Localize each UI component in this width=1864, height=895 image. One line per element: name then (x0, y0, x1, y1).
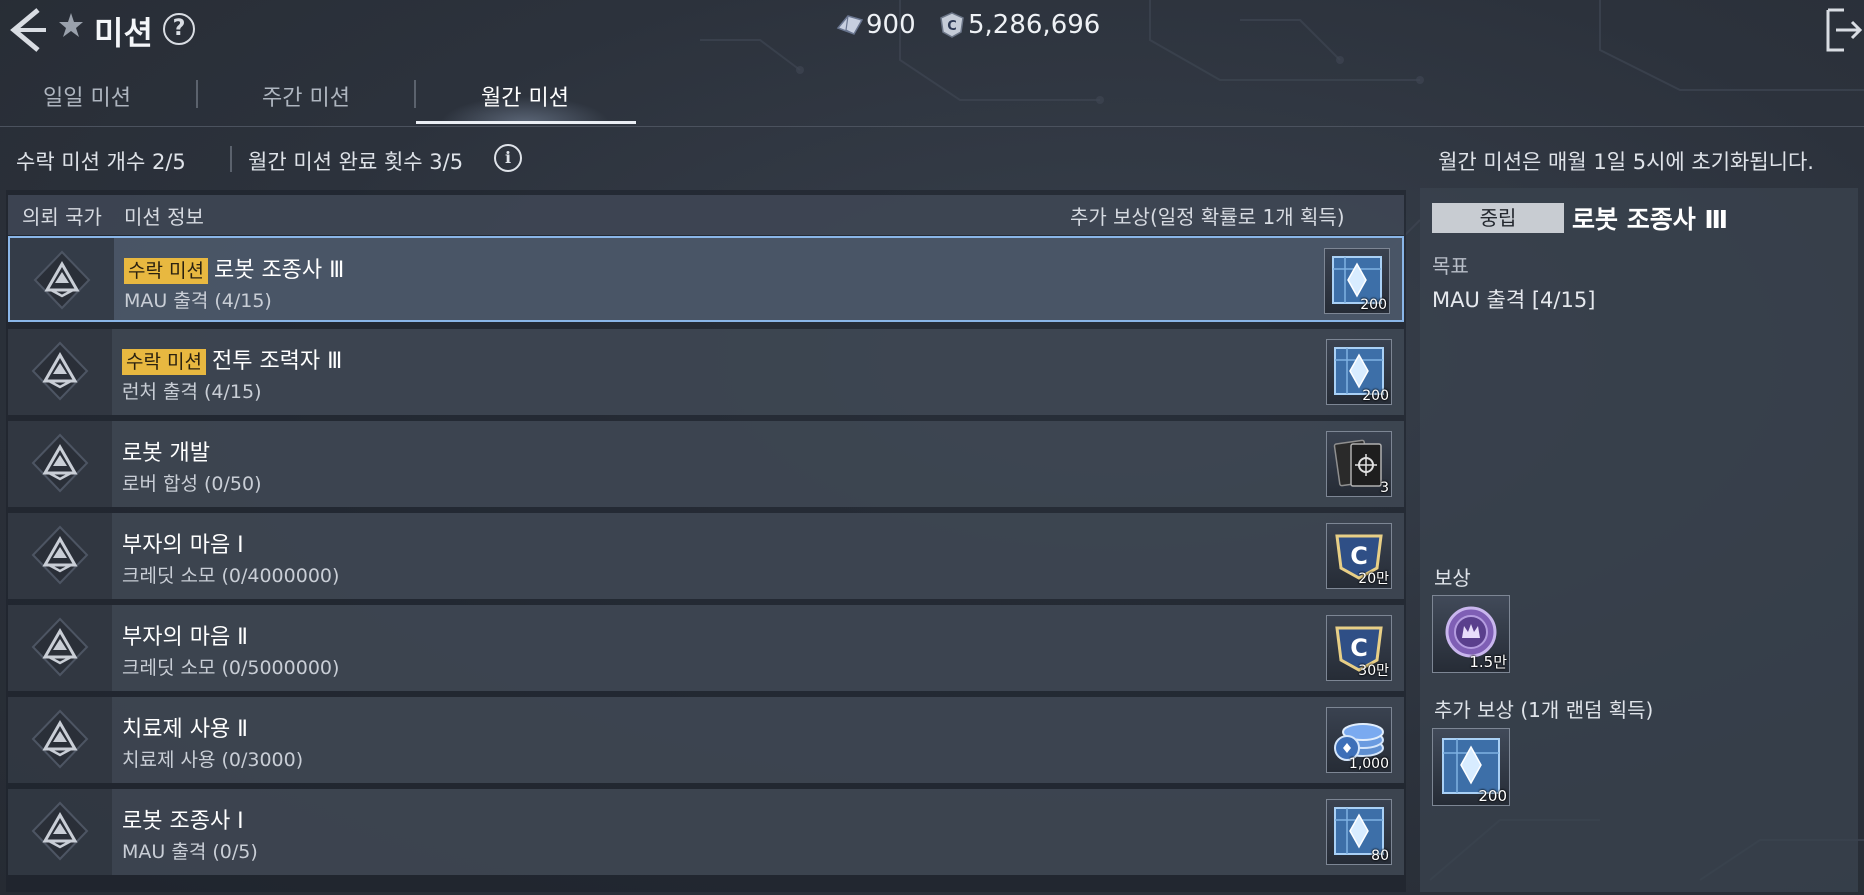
bonus-reward-item[interactable]: C 20만 (1326, 523, 1392, 589)
page-title: 미션 (94, 14, 153, 52)
monthly-complete-count: 월간 미션 완료 횟수 3/5 (248, 150, 464, 174)
goal-label: 목표 (1432, 254, 1469, 278)
mission-progress: 런처 출격 (4/15) (122, 381, 262, 403)
reward-label: 보상 (1434, 566, 1471, 590)
country-emblem-icon (31, 709, 89, 769)
country-emblem-icon (31, 617, 89, 677)
reward-qty: 1.5만 (1469, 653, 1507, 671)
bonus-reward-item[interactable]: 200 (1324, 248, 1390, 314)
header-mission-info: 미션 정보 (124, 205, 204, 229)
mission-title-line: 로봇 조종사 Ⅰ (122, 803, 244, 835)
mission-row[interactable]: 부자의 마음 Ⅱ 크레딧 소모 (0/5000000) C 30만 (8, 605, 1404, 691)
reward-qty: 30만 (1358, 663, 1389, 679)
mission-row[interactable]: 부자의 마음 Ⅰ 크레딧 소모 (0/4000000) C 20만 (8, 513, 1404, 599)
reward-tile[interactable]: 1.5만 (1432, 595, 1510, 673)
mission-title-line: 부자의 마음 Ⅰ (122, 527, 244, 559)
credit-icon: C (940, 12, 964, 38)
tab-divider (414, 80, 416, 108)
row-country-cell (8, 697, 112, 783)
mission-title: 부자의 마음 Ⅰ (122, 533, 244, 558)
tab-daily[interactable]: 일일 미션 (43, 80, 131, 112)
row-country-cell (8, 789, 112, 875)
reset-note: 월간 미션은 매월 1일 5시에 초기화됩니다. (1438, 150, 1814, 174)
country-emblem-icon (31, 433, 89, 493)
accepted-badge: 수락 미션 (124, 258, 208, 284)
mission-progress: 로버 합성 (0/50) (122, 473, 262, 495)
row-country-cell (8, 329, 112, 415)
mission-title-line: 부자의 마음 Ⅱ (122, 619, 248, 651)
mission-title: 전투 조력자 Ⅲ (211, 349, 343, 374)
bonus-label: 추가 보상 (1개 랜덤 획득) (1434, 698, 1654, 722)
svg-text:C: C (1350, 634, 1368, 662)
tab-weekly[interactable]: 주간 미션 (262, 80, 350, 112)
row-country-cell (8, 421, 112, 507)
header-bonus-reward: 추가 보상(일정 확률로 1개 획득) (1070, 205, 1345, 229)
reward-qty: 1,000 (1348, 756, 1389, 772)
svg-text:C: C (1350, 542, 1368, 570)
svg-text:C: C (947, 19, 957, 34)
mission-progress: MAU 출격 (0/5) (122, 841, 258, 863)
mission-progress: 크레딧 소모 (0/5000000) (122, 657, 340, 679)
mission-title-line: 수락 미션 로봇 조종사 Ⅲ (124, 252, 344, 284)
row-country-cell (8, 513, 112, 599)
tab-divider (196, 80, 198, 108)
mission-progress: 크레딧 소모 (0/4000000) (122, 565, 340, 587)
mission-row[interactable]: 수락 미션 로봇 조종사 Ⅲ MAU 출격 (4/15) 200 (8, 236, 1404, 322)
bonus-reward-item[interactable]: 1,000 (1326, 707, 1392, 773)
row-country-cell (8, 605, 112, 691)
info-icon[interactable]: i (494, 144, 522, 172)
mission-row[interactable]: 수락 미션 전투 조력자 Ⅲ 런처 출격 (4/15) 200 (8, 329, 1404, 415)
mission-title: 로봇 조종사 Ⅰ (122, 809, 244, 834)
mission-progress: 치료제 사용 (0/3000) (122, 749, 304, 771)
exit-icon[interactable] (1822, 6, 1864, 54)
mission-row[interactable]: 로봇 개발로버 합성 (0/50) 3 (8, 421, 1404, 507)
bonus-reward-item[interactable]: 3 (1326, 431, 1392, 497)
row-country-cell (10, 238, 114, 320)
mission-title-line: 치료제 사용 Ⅱ (122, 711, 248, 743)
country-emblem-icon (31, 525, 89, 585)
mission-title-line: 로봇 개발 (122, 435, 210, 467)
reward-qty: 200 (1360, 297, 1387, 313)
gem-icon (836, 15, 864, 35)
country-emblem-icon (33, 250, 91, 310)
reward-qty: 80 (1371, 848, 1389, 864)
detail-title: 로봇 조종사 Ⅲ (1572, 205, 1729, 234)
bonus-reward-item[interactable]: 200 (1326, 339, 1392, 405)
star-icon (59, 13, 83, 37)
gem-count: 900 (866, 10, 916, 40)
back-arrow-icon[interactable] (4, 6, 48, 54)
bonus-reward-item[interactable]: 80 (1326, 799, 1392, 865)
bonus-reward-item[interactable]: C 30만 (1326, 615, 1392, 681)
mission-title: 치료제 사용 Ⅱ (122, 717, 249, 742)
mission-progress: MAU 출격 (4/15) (124, 290, 272, 312)
mission-title: 로봇 조종사 Ⅲ (213, 258, 345, 283)
tab-active-underline (416, 121, 636, 124)
accepted-badge: 수락 미션 (122, 349, 206, 375)
reward-qty: 3 (1380, 480, 1389, 496)
mission-row[interactable]: 로봇 조종사 Ⅰ MAU 출격 (0/5) 80 (8, 789, 1404, 875)
country-emblem-icon (31, 341, 89, 401)
mission-title: 로봇 개발 (122, 441, 210, 466)
camp-tag: 중립 (1432, 203, 1564, 233)
help-icon[interactable]: ? (163, 13, 195, 45)
accepted-count: 수락 미션 개수 2/5 (16, 150, 186, 174)
credit-count: 5,286,696 (968, 10, 1101, 40)
reward-qty: 20만 (1358, 571, 1389, 587)
header-country: 의뢰 국가 (22, 205, 102, 229)
country-emblem-icon (31, 801, 89, 861)
info-divider (230, 146, 232, 172)
tab-monthly[interactable]: 월간 미션 (481, 80, 569, 112)
mission-title: 부자의 마음 Ⅱ (122, 625, 249, 650)
mission-title-line: 수락 미션 전투 조력자 Ⅲ (122, 343, 342, 375)
goal-value: MAU 출격 [4/15] (1432, 288, 1596, 312)
mission-row[interactable]: 치료제 사용 Ⅱ 치료제 사용 (0/3000) 1,000 (8, 697, 1404, 783)
bonus-reward-tile[interactable]: 200 (1432, 728, 1510, 806)
reward-qty: 200 (1362, 388, 1389, 404)
bonus-reward-qty: 200 (1478, 787, 1507, 805)
